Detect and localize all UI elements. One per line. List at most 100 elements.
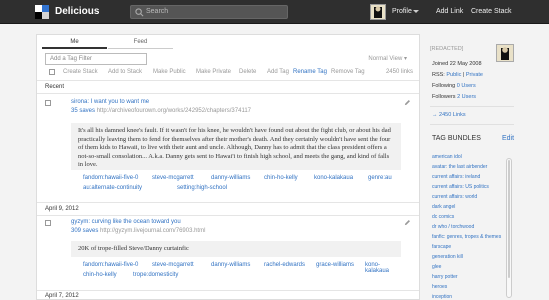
tag[interactable]: danny-williams bbox=[211, 262, 250, 268]
edit-bundles-link[interactable]: Edit bbox=[502, 135, 514, 142]
bookmark-note: It's all his damned knee's fault. If it … bbox=[71, 123, 401, 170]
bundle-item[interactable]: fanfic: genres, tropes & themes bbox=[432, 234, 501, 240]
delicious-logo-icon[interactable] bbox=[35, 5, 49, 19]
bundle-item[interactable]: glee bbox=[432, 264, 441, 270]
profile-sidebar: [REDACTED] Joined 22 May 2008 RSS: Publi… bbox=[426, 34, 516, 300]
tag-filter-input[interactable]: Add a Tag Filter bbox=[45, 53, 147, 65]
add-link-button[interactable]: Add Link bbox=[436, 8, 463, 15]
bundle-item[interactable]: dr who / torchwood bbox=[432, 224, 474, 230]
tag[interactable]: kono-kalakaua bbox=[314, 175, 353, 181]
tag[interactable]: au:alternate-continuity bbox=[83, 185, 142, 191]
section-recent: Recent bbox=[45, 84, 65, 90]
divider bbox=[37, 80, 419, 81]
tag-list: fandom:hawaii-five-0 steve-mcgarrett dan… bbox=[71, 262, 401, 284]
tab-me[interactable]: Me bbox=[42, 39, 107, 49]
bundle-item[interactable]: dark angel bbox=[432, 204, 455, 210]
user-avatar-icon bbox=[501, 47, 509, 60]
bundle-item[interactable]: harry potter bbox=[432, 274, 458, 280]
view-select[interactable]: Normal View ▾ bbox=[368, 55, 407, 62]
username[interactable]: [REDACTED] bbox=[430, 46, 463, 52]
tag[interactable]: kono-kalakaua bbox=[365, 262, 401, 274]
user-avatar-icon bbox=[374, 6, 382, 18]
top-navigation-bar: Delicious Search Profile Add Link Create… bbox=[0, 0, 549, 24]
divider bbox=[37, 215, 419, 216]
chevron-down-icon[interactable] bbox=[413, 10, 419, 13]
tag[interactable]: steve-mcgarrett bbox=[152, 262, 194, 268]
tag[interactable]: chin-ho-kelly bbox=[264, 175, 298, 181]
tag[interactable]: steve-mcgarrett bbox=[152, 175, 194, 181]
action-delete[interactable]: Delete bbox=[239, 69, 256, 75]
divider bbox=[37, 202, 419, 203]
tag-list: fandom:hawaii-five-0 steve-mcgarrett dan… bbox=[71, 175, 401, 197]
saves-count[interactable]: 309 saves bbox=[71, 228, 98, 234]
action-add-to-stack[interactable]: Add to Stack bbox=[108, 69, 142, 75]
tag[interactable]: genre:au bbox=[368, 175, 392, 181]
action-make-private[interactable]: Make Private bbox=[196, 69, 231, 75]
saves-count[interactable]: 35 saves bbox=[71, 108, 95, 114]
following-link[interactable]: 0 Users bbox=[457, 83, 476, 89]
bundle-item[interactable]: current affairs: US politics bbox=[432, 184, 489, 190]
create-stack-button[interactable]: Create Stack bbox=[471, 8, 511, 15]
tag[interactable]: grace-williams bbox=[316, 262, 354, 268]
avatar[interactable] bbox=[496, 44, 514, 62]
action-make-public[interactable]: Make Public bbox=[153, 69, 186, 75]
search-placeholder: Search bbox=[146, 8, 169, 15]
tag-filter-placeholder: Add a Tag Filter bbox=[50, 56, 92, 62]
profile-menu[interactable]: Profile bbox=[392, 8, 412, 15]
joined-date: Joined 22 May 2008 bbox=[432, 61, 482, 67]
divider bbox=[430, 124, 514, 125]
avatar[interactable] bbox=[370, 4, 386, 20]
bookmark-url: http://gyzym.livejournal.com/76903.html bbox=[100, 228, 206, 234]
bundle-item[interactable]: current affairs: ireland bbox=[432, 174, 480, 180]
tag-bundles-list: american idol avatar: the last airbender… bbox=[432, 154, 506, 300]
tag[interactable]: trope:domesticity bbox=[133, 272, 178, 278]
tag[interactable]: chin-ho-kelly bbox=[83, 272, 117, 278]
tag[interactable]: setting:high-school bbox=[177, 185, 227, 191]
tag[interactable]: danny-williams bbox=[211, 175, 250, 181]
bundle-item[interactable]: current affairs: world bbox=[432, 194, 477, 200]
bookmark-checkbox[interactable] bbox=[45, 100, 51, 106]
links-count[interactable]: → 2450 Links bbox=[432, 112, 466, 118]
link-count: 2450 links bbox=[385, 69, 413, 75]
bookmark-title[interactable]: gyzym: curving like the ocean toward you bbox=[71, 219, 181, 225]
divider bbox=[430, 106, 514, 107]
tab-feed[interactable]: Feed bbox=[108, 39, 173, 49]
app-name[interactable]: Delicious bbox=[55, 6, 99, 17]
action-add-tag[interactable]: Add Tag bbox=[267, 69, 289, 75]
bundle-item[interactable]: generation kill bbox=[432, 254, 463, 260]
bundle-item[interactable]: dc comics bbox=[432, 214, 454, 220]
tag[interactable]: fandom:hawaii-five-0 bbox=[83, 175, 138, 181]
select-all-checkbox[interactable] bbox=[49, 69, 55, 75]
bundle-item[interactable]: inception bbox=[432, 294, 452, 300]
pencil-icon[interactable] bbox=[404, 219, 411, 226]
section-date: April 9, 2012 bbox=[45, 206, 79, 212]
following-stat: Following 0 Users bbox=[432, 83, 476, 89]
pencil-icon[interactable] bbox=[404, 99, 411, 106]
rss-links: RSS: Public | Private bbox=[432, 72, 483, 78]
list-item: gyzym: curving like the ocean toward you… bbox=[45, 219, 415, 287]
bookmark-checkbox[interactable] bbox=[45, 220, 51, 226]
rss-public-link[interactable]: Public bbox=[446, 72, 461, 78]
bundle-item[interactable]: avatar: the last airbender bbox=[432, 164, 487, 170]
action-rename-tag[interactable]: Rename Tag bbox=[293, 69, 327, 75]
bookmark-url: http://archiveofourown.org/works/242952/… bbox=[96, 108, 252, 114]
tag[interactable]: rachel-edwards bbox=[264, 262, 305, 268]
search-input[interactable]: Search bbox=[130, 5, 288, 19]
bundle-item[interactable]: heroes bbox=[432, 284, 447, 290]
action-create-stack[interactable]: Create Stack bbox=[63, 69, 98, 75]
tag-bundles-title: TAG BUNDLES bbox=[432, 135, 481, 142]
rss-private-link[interactable]: Private bbox=[466, 72, 483, 78]
list-item: sirona: I want you to want me 35 saves h… bbox=[45, 99, 415, 199]
action-remove-tag[interactable]: Remove Tag bbox=[331, 69, 365, 75]
bookmark-title[interactable]: sirona: I want you to want me bbox=[71, 99, 149, 105]
search-icon bbox=[135, 8, 144, 17]
followers-link[interactable]: 2 Users bbox=[457, 94, 476, 100]
main-panel: Me Feed Add a Tag Filter Normal View ▾ C… bbox=[36, 34, 420, 300]
divider bbox=[37, 93, 419, 94]
tag[interactable]: fandom:hawaii-five-0 bbox=[83, 262, 138, 268]
bundle-item[interactable]: farscape bbox=[432, 244, 451, 250]
bundle-item[interactable]: american idol bbox=[432, 154, 462, 160]
bookmark-note: 20K of trope-filled Steve/Danny curtainf… bbox=[71, 241, 401, 257]
scrollbar-thumb[interactable] bbox=[508, 160, 510, 278]
bundles-scrollbar[interactable] bbox=[506, 158, 512, 298]
